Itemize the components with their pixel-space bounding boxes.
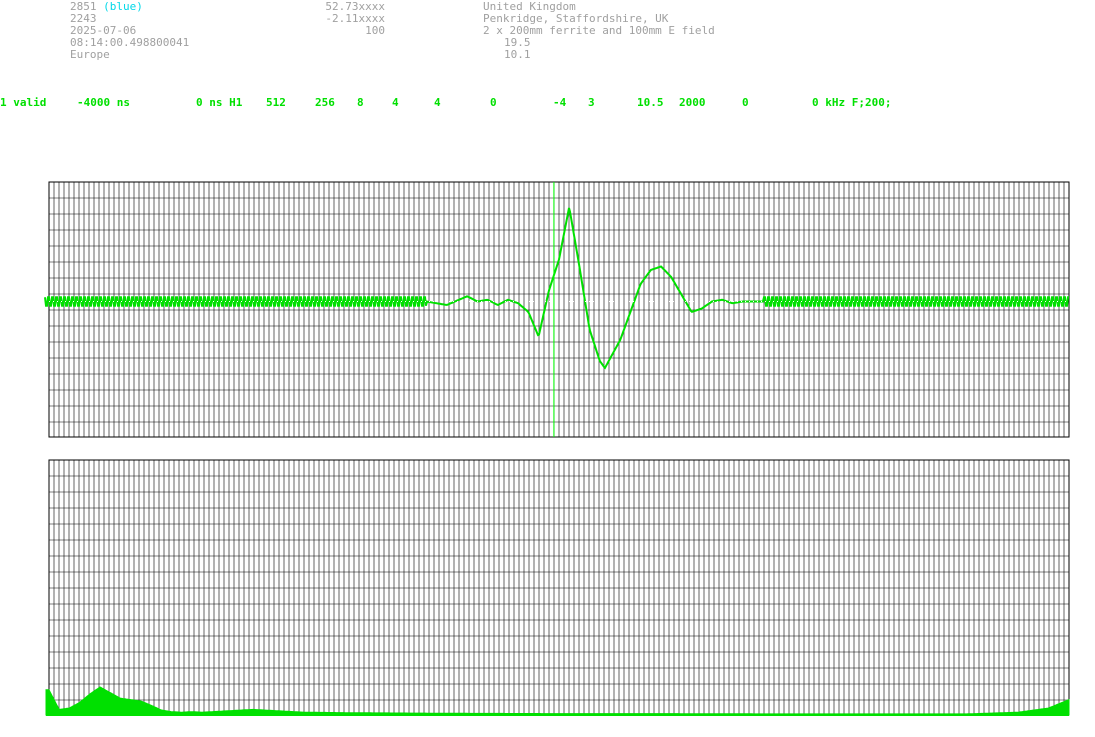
waveform-trace xyxy=(44,207,1069,370)
waveform-grid xyxy=(48,181,1070,437)
chart-canvas xyxy=(44,181,1070,716)
spectrum-area xyxy=(45,686,1070,716)
spectrum-grid xyxy=(48,459,1070,715)
